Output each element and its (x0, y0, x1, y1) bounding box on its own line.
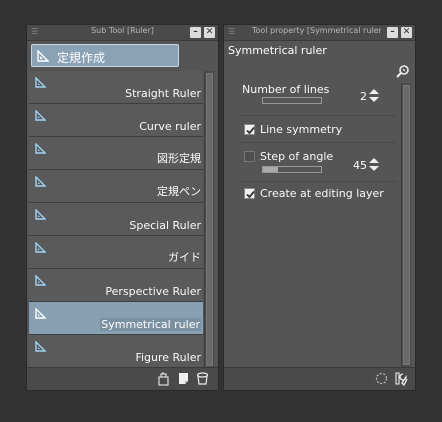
minimize-icon[interactable]: – (190, 27, 201, 38)
triangle-ruler-icon (35, 274, 47, 289)
sub-tool-item-figure-ruler-jp[interactable]: 図形定規 (29, 137, 203, 170)
sub-tool-item-label: 図形定規 (157, 152, 201, 165)
property-scrollbar[interactable] (401, 83, 411, 368)
triangle-ruler-icon (35, 142, 47, 157)
spin-arrows-icon[interactable] (369, 88, 379, 103)
tool-property-panel: ☰ Tool property [Symmetrical ruler] – ✕ … (223, 24, 416, 391)
sub-tool-item-figure-ruler[interactable]: Figure Ruler (29, 335, 203, 368)
sub-tool-titlebar[interactable]: ☰ Sub Tool [Ruler] – ✕ (27, 25, 218, 41)
sub-tool-item-label: Special Ruler (129, 219, 201, 232)
triangle-ruler-icon (35, 76, 47, 91)
line-symmetry-label: Line symmetry (260, 123, 343, 136)
triangle-ruler-icon (35, 340, 47, 355)
sub-tool-item-special-ruler[interactable]: Special Ruler (29, 203, 203, 236)
triangle-ruler-icon (35, 208, 47, 223)
sub-tool-item-curve-ruler[interactable]: Curve ruler (29, 104, 203, 137)
step-of-angle-checkbox[interactable] (244, 151, 255, 162)
minimize-icon[interactable]: – (387, 27, 398, 38)
sub-tool-item-guide[interactable]: ガイド (29, 236, 203, 269)
line-symmetry-checkbox[interactable] (244, 124, 255, 135)
delete-icon[interactable] (195, 371, 210, 386)
sub-tool-group-tab[interactable]: 定規作成 (31, 44, 179, 67)
tool-property-bottombar (224, 367, 415, 390)
number-of-lines-row: Number of lines 2 (240, 83, 397, 116)
sub-tool-item-ruler-pen[interactable]: 定規ペン (29, 170, 203, 203)
sub-tool-item-label: Figure Ruler (135, 351, 201, 364)
sub-tool-item-label: Curve ruler (139, 120, 201, 133)
property-list: Number of lines 2 Line symmetry Step of … (240, 83, 397, 368)
spin-arrows-icon[interactable] (369, 157, 379, 172)
slider-fill (263, 167, 278, 172)
number-of-lines-label: Number of lines (242, 83, 330, 96)
close-icon[interactable]: ✕ (401, 27, 412, 38)
scrollbar-thumb[interactable] (206, 73, 213, 366)
number-of-lines-slider[interactable] (262, 97, 322, 104)
tool-property-title: Tool property [Symmetrical ruler] (252, 26, 381, 35)
sub-tool-item-label: ガイド (168, 251, 201, 264)
panel-grip-icon[interactable]: ☰ (228, 28, 236, 36)
triangle-ruler-icon (35, 241, 47, 256)
scrollbar-thumb[interactable] (403, 85, 410, 365)
sub-tool-group-label: 定規作成 (57, 51, 106, 65)
sub-tool-bottombar (27, 367, 218, 390)
tool-property-titlebar[interactable]: ☰ Tool property [Symmetrical ruler] – ✕ (224, 25, 415, 41)
triangle-ruler-icon (35, 175, 47, 190)
sub-tool-item-label: Straight Ruler (125, 87, 201, 100)
create-at-editing-layer-label: Create at editing layer (260, 187, 384, 200)
tool-name: Symmetrical ruler (228, 44, 327, 57)
copy-subtool-icon[interactable] (156, 371, 171, 386)
triangle-ruler-icon (37, 49, 50, 65)
close-icon[interactable]: ✕ (204, 27, 215, 38)
sub-tool-list: Straight Ruler Curve ruler 図形定規 定規ペン Spe… (29, 71, 203, 369)
sub-tool-item-label: Symmetrical ruler (100, 318, 201, 331)
sub-tool-item-perspective-ruler[interactable]: Perspective Ruler (29, 269, 203, 302)
step-of-angle-value[interactable]: 45 (353, 159, 367, 172)
number-of-lines-value[interactable]: 2 (360, 90, 367, 103)
triangle-ruler-icon (35, 109, 47, 124)
sub-tool-item-label: Perspective Ruler (105, 285, 201, 298)
sub-tool-item-symmetrical-ruler[interactable]: Symmetrical ruler (29, 302, 203, 335)
wrench-icon[interactable] (394, 371, 409, 387)
triangle-ruler-icon (35, 307, 47, 322)
line-symmetry-row[interactable]: Line symmetry (240, 116, 397, 143)
reset-icon[interactable] (374, 371, 389, 386)
step-of-angle-label: Step of angle (260, 150, 334, 163)
step-of-angle-slider[interactable] (262, 166, 322, 173)
sub-tool-item-label: 定規ペン (157, 185, 201, 198)
sub-tool-item-straight-ruler[interactable]: Straight Ruler (29, 71, 203, 104)
sub-tool-panel: ☰ Sub Tool [Ruler] – ✕ 定規作成 Straight Rul… (26, 24, 219, 391)
sub-tool-scrollbar[interactable] (204, 71, 214, 369)
create-at-editing-layer-row[interactable]: Create at editing layer (240, 182, 397, 208)
search-settings-icon[interactable] (395, 63, 411, 79)
step-of-angle-row: Step of angle 45 (240, 143, 397, 182)
create-at-editing-layer-checkbox[interactable] (244, 188, 255, 199)
new-subtool-icon[interactable] (176, 371, 191, 386)
